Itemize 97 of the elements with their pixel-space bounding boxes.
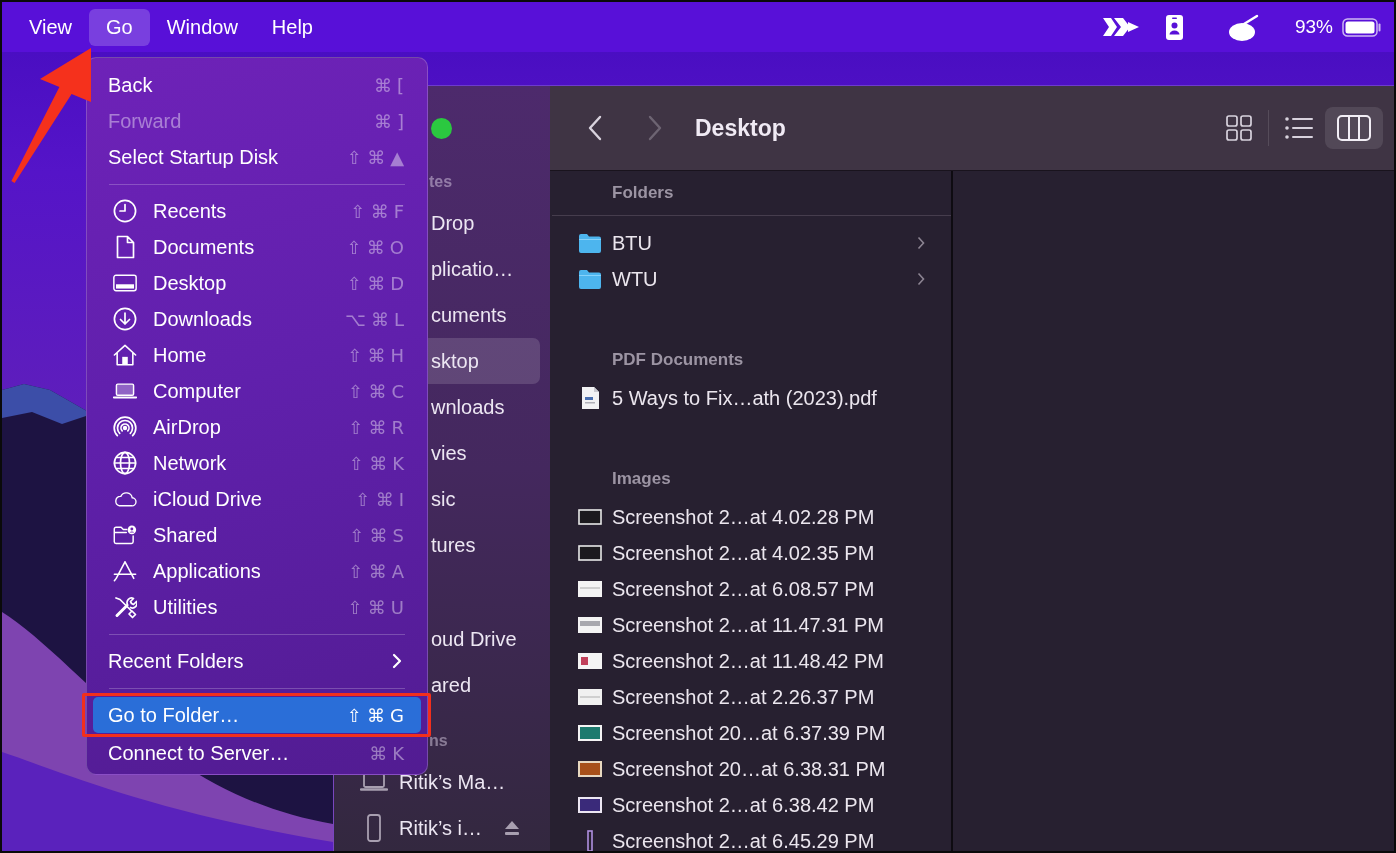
file-row[interactable]: WTU (550, 261, 951, 297)
shortcut-label: ⇧⌘K (349, 451, 409, 476)
dart-icon[interactable] (1102, 17, 1139, 37)
image-thumbnail-icon (578, 509, 602, 525)
image-thumbnail-icon (578, 653, 602, 669)
menu-item[interactable]: Go to Folder… ⇧⌘G (93, 697, 421, 733)
image-thumbnail-icon (578, 761, 602, 777)
menu-item[interactable]: Recent Folders (93, 643, 421, 679)
eject-icon[interactable] (504, 820, 520, 836)
menu-item[interactable]: Downloads ⌥⌘L (93, 301, 421, 337)
image-thumbnail-icon (587, 830, 593, 851)
shortcut-label: ⇧⌘G (346, 703, 409, 728)
image-thumbnail-icon (578, 725, 602, 741)
rings-icon (113, 416, 137, 438)
menu-item[interactable]: Select Startup Disk ⇧⌘▲ (93, 139, 421, 175)
battery-icon[interactable] (1342, 17, 1382, 37)
shortcut-label: ⌘[ (373, 73, 409, 98)
file-row[interactable]: Screenshot 20…at 6.37.39 PM (550, 715, 951, 751)
folder-icon (578, 269, 602, 289)
menu-item[interactable]: AirDrop ⇧⌘R (93, 409, 421, 445)
display-icon (113, 273, 137, 293)
menu-bar-item[interactable]: Help (254, 8, 330, 46)
shortcut-label: ⇧⌘S (349, 523, 409, 548)
file-row[interactable]: BTU (550, 225, 951, 261)
file-row[interactable]: Screenshot 20…at 6.38.31 PM (550, 751, 951, 787)
bowl-icon[interactable] (1228, 13, 1259, 41)
shortcut-label: ⌥⌘L (345, 307, 409, 332)
sidebar-item[interactable]: Ritik’s i… (344, 805, 540, 851)
laptop-icon (113, 382, 137, 400)
pdf-file-icon (581, 387, 599, 409)
image-thumbnail-icon (578, 545, 602, 561)
file-row[interactable]: 5 Ways to Fix…ath (2023).pdf (550, 380, 951, 416)
clock-icon (113, 199, 137, 223)
shortcut-label: ⌘] (373, 109, 409, 134)
globe-icon (113, 451, 137, 475)
menu-item[interactable]: Back ⌘[ (93, 67, 421, 103)
menu-bar-item[interactable]: View (12, 8, 89, 46)
menu-item[interactable]: Applications ⇧⌘A (93, 553, 421, 589)
file-row[interactable]: Screenshot 2…at 6.45.29 PM (550, 823, 951, 851)
menu-item[interactable]: Connect to Server… ⌘K (93, 737, 421, 769)
file-row[interactable]: Screenshot 2…at 4.02.28 PM (550, 499, 951, 535)
column-view-button[interactable] (1325, 107, 1383, 149)
group-heading: Images (611, 468, 672, 491)
tools-icon (113, 595, 137, 619)
folder-icon (578, 233, 602, 253)
image-thumbnail-icon (578, 617, 602, 633)
shortcut-label: ⇧⌘A (348, 559, 409, 584)
shortcut-label: ⇧⌘O (346, 235, 409, 260)
image-thumbnail-icon (578, 581, 602, 597)
battery-percentage: 93% (1294, 14, 1333, 39)
cloud-icon (113, 489, 137, 509)
grid-icon (1226, 115, 1252, 141)
chevron-right-icon (917, 272, 925, 286)
chevron-right-icon (648, 115, 662, 141)
id-badge-icon[interactable] (1165, 14, 1183, 40)
shortcut-label: ⇧⌘D (347, 271, 409, 296)
shortcut-label: ⇧⌘F (350, 199, 409, 224)
menu-item[interactable]: Documents ⇧⌘O (93, 229, 421, 265)
download-icon (113, 307, 137, 331)
shortcut-label: ⌘K (369, 741, 409, 766)
window-title: Desktop (695, 113, 786, 143)
columns-icon (1337, 115, 1371, 141)
menu-item[interactable]: Shared ⇧⌘S (93, 517, 421, 553)
group-heading: Folders (611, 182, 675, 205)
file-row[interactable]: Screenshot 2…at 6.38.42 PM (550, 787, 951, 823)
file-row[interactable]: Screenshot 2…at 11.48.42 PM (550, 643, 951, 679)
window-zoom-icon[interactable] (431, 117, 452, 139)
shared-folder-icon (113, 523, 137, 547)
menu-bar-item[interactable]: Go (89, 8, 150, 46)
menu-item[interactable]: Desktop ⇧⌘D (93, 265, 421, 301)
sidebar-heading: tes (429, 172, 453, 192)
menu-item[interactable]: Utilities ⇧⌘U (93, 589, 421, 625)
chevron-right-icon (917, 236, 925, 250)
file-row[interactable]: Screenshot 2…at 11.47.31 PM (550, 607, 951, 643)
house-icon (113, 343, 137, 367)
file-row[interactable]: Screenshot 2…at 2.26.37 PM (550, 679, 951, 715)
phone-icon (367, 814, 381, 842)
menu-item[interactable]: Recents ⇧⌘F (93, 193, 421, 229)
file-row[interactable]: Screenshot 2…at 4.02.35 PM (550, 535, 951, 571)
group-heading: PDF Documents (611, 349, 745, 372)
chevron-left-icon (588, 115, 602, 141)
document-icon (115, 235, 135, 259)
file-row[interactable]: Screenshot 2…at 6.08.57 PM (550, 571, 951, 607)
shortcut-label: ⇧⌘R (348, 415, 409, 440)
shortcut-label: ⇧⌘▲ (347, 145, 409, 170)
shortcut-label: ⇧⌘U (347, 595, 409, 620)
a-shape-icon (113, 559, 137, 583)
image-thumbnail-icon (578, 689, 602, 705)
menu-bar-item[interactable]: Window (149, 8, 255, 46)
menu-item[interactable]: iCloud Drive ⇧⌘I (93, 481, 421, 517)
menu-item[interactable]: Network ⇧⌘K (93, 445, 421, 481)
shortcut-label: ⇧⌘H (347, 343, 409, 368)
list-icon (1285, 117, 1313, 139)
image-thumbnail-icon (578, 797, 602, 813)
sidebar-heading: ns (429, 731, 448, 751)
chevron-right-icon (392, 653, 402, 669)
shortcut-label: ⇧⌘I (355, 487, 409, 512)
